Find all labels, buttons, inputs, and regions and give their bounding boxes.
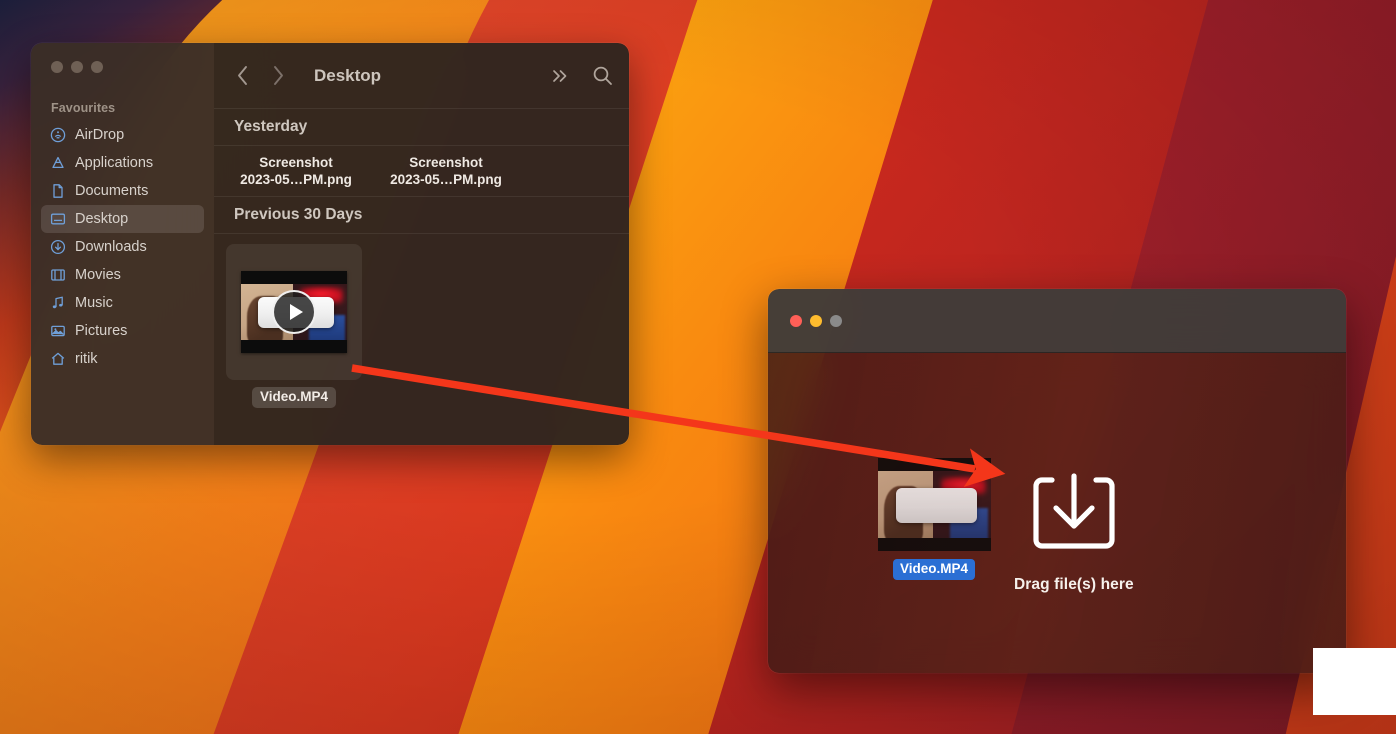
sidebar-item-label: Music <box>75 295 113 311</box>
applications-icon <box>49 155 66 172</box>
sidebar-item-label: Documents <box>75 183 149 199</box>
download-box-icon <box>1026 462 1122 563</box>
finder-sidebar: Favourites AirDrop Applications Document… <box>31 43 214 445</box>
sidebar-item-downloads[interactable]: Downloads <box>41 233 204 261</box>
minimize-button[interactable] <box>810 314 822 327</box>
file-item[interactable]: Screenshot 2023-05…PM.png <box>224 152 368 188</box>
screen: Favourites AirDrop Applications Document… <box>0 0 1396 734</box>
letterbox-bottom <box>877 538 991 551</box>
sidebar-item-label: Movies <box>75 267 121 283</box>
dragged-thumbnail <box>877 458 991 551</box>
sidebar-item-home[interactable]: ritik <box>41 345 204 373</box>
sidebar-item-music[interactable]: Music <box>41 289 204 317</box>
document-icon <box>49 183 66 200</box>
play-icon <box>272 290 316 334</box>
maximize-button[interactable] <box>830 314 842 327</box>
navigation-arrows <box>234 65 286 87</box>
file-item-video[interactable]: Video.MP4 <box>224 244 364 408</box>
finder-main-panel: Desktop Yesterday Screenshot 2023-05…PM.… <box>214 43 629 445</box>
finder-toolbar: Desktop <box>214 43 629 109</box>
close-button[interactable] <box>790 314 802 327</box>
finder-traffic-lights <box>31 43 214 87</box>
airdrop-icon <box>49 127 66 144</box>
sidebar-item-label: AirDrop <box>75 127 125 143</box>
file-group-items: Video.MP4 <box>214 234 629 408</box>
chevron-left-icon[interactable] <box>234 65 250 87</box>
sidebar-item-pictures[interactable]: Pictures <box>41 317 204 345</box>
dragged-file-ghost[interactable]: Video.MP4 <box>876 458 992 580</box>
sidebar-item-desktop[interactable]: Desktop <box>41 205 204 233</box>
drop-content: Video.MP4 Drag file(s) here <box>876 458 1134 594</box>
file-group-header: Yesterday <box>214 109 629 146</box>
sidebar-item-documents[interactable]: Documents <box>41 177 204 205</box>
video-thumbnail <box>241 271 347 353</box>
drop-target-window[interactable]: Video.MP4 Drag file(s) here <box>768 289 1346 673</box>
drop-zone[interactable]: Drag file(s) here <box>1014 462 1134 594</box>
scene-phone <box>895 487 977 524</box>
pictures-icon <box>49 323 66 340</box>
sidebar-item-label: Pictures <box>75 323 128 339</box>
finder-window[interactable]: Favourites AirDrop Applications Document… <box>31 43 629 445</box>
drop-zone-label: Drag file(s) here <box>1014 576 1134 593</box>
home-icon <box>49 351 66 368</box>
letterbox-top <box>877 458 991 471</box>
maximize-button[interactable] <box>91 61 103 73</box>
minimize-button[interactable] <box>71 61 83 73</box>
file-item[interactable]: Screenshot 2023-05…PM.png <box>374 152 518 188</box>
letterbox-top <box>241 271 347 284</box>
drop-window-titlebar <box>768 289 1346 353</box>
sidebar-section-title: Favourites <box>51 101 116 115</box>
drop-window-body[interactable]: Video.MP4 Drag file(s) here <box>768 353 1346 673</box>
sidebar-item-movies[interactable]: Movies <box>41 261 204 289</box>
white-overlay-box <box>1313 648 1396 715</box>
file-name: Screenshot 2023-05…PM.png <box>390 155 502 187</box>
sidebar-item-applications[interactable]: Applications <box>41 149 204 177</box>
drop-traffic-lights <box>790 314 842 327</box>
file-name: Screenshot 2023-05…PM.png <box>240 155 352 187</box>
sidebar-item-airdrop[interactable]: AirDrop <box>41 121 204 149</box>
file-name: Video.MP4 <box>251 387 337 408</box>
movies-icon <box>49 267 66 284</box>
desktop-icon <box>49 211 66 228</box>
sidebar-list: AirDrop Applications Documents Desktop D… <box>31 121 214 373</box>
file-group-items: Screenshot 2023-05…PM.png Screenshot 202… <box>214 146 629 197</box>
search-icon[interactable] <box>592 65 613 86</box>
download-circle-icon <box>49 239 66 256</box>
finder-window-title: Desktop <box>314 65 382 85</box>
sidebar-item-label: Downloads <box>75 239 147 255</box>
chevron-right-icon[interactable] <box>270 65 286 87</box>
sidebar-item-label: Applications <box>75 155 154 171</box>
letterbox-bottom <box>241 340 347 353</box>
close-button[interactable] <box>51 61 63 73</box>
double-chevron-right-icon[interactable] <box>551 68 570 84</box>
sidebar-item-label: ritik <box>75 351 98 367</box>
finder-file-list[interactable]: Yesterday Screenshot 2023-05…PM.png Scre… <box>214 109 629 445</box>
dragged-file-name: Video.MP4 <box>892 559 976 580</box>
music-note-icon <box>49 295 66 312</box>
sidebar-item-label: Desktop <box>75 211 129 227</box>
file-group-header: Previous 30 Days <box>214 197 629 234</box>
file-thumbnail-container[interactable] <box>226 244 362 380</box>
